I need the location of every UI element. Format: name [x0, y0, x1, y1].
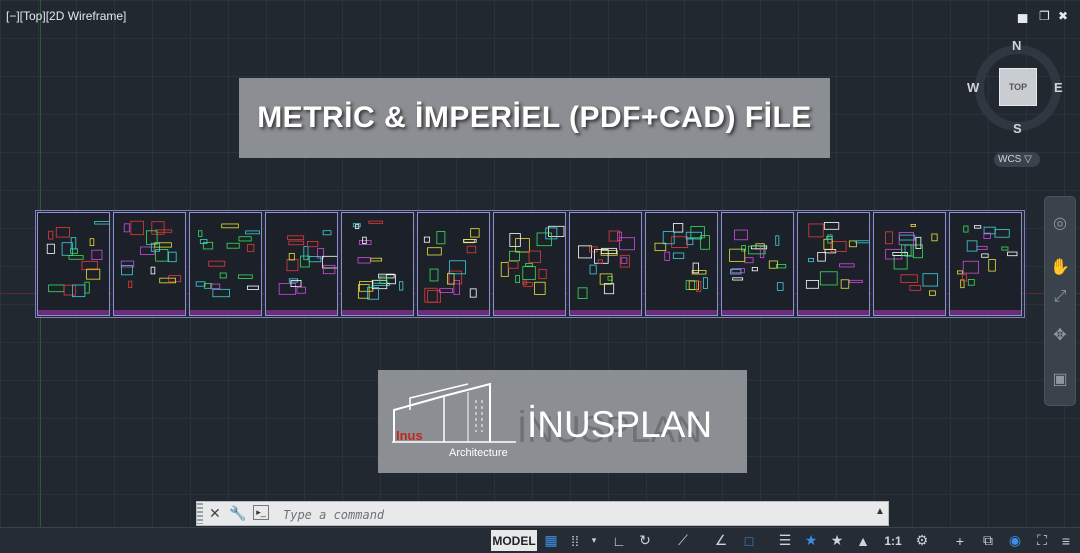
compass-south[interactable]: S — [1013, 121, 1022, 136]
close-command-line-icon[interactable]: ✕ — [209, 505, 221, 522]
sheet-title-block — [38, 310, 109, 315]
compass-east[interactable]: E — [1054, 80, 1063, 95]
lineweight-icon[interactable]: ☰ — [774, 531, 796, 550]
sheet-title-block — [798, 310, 869, 315]
customize-wrench-icon[interactable]: 🔧 — [229, 505, 246, 522]
hardware-acceleration-icon[interactable]: ◉ — [1004, 531, 1026, 550]
drawing-sheet[interactable] — [417, 212, 490, 316]
steering-wheel-icon[interactable]: ◎ — [1048, 212, 1072, 234]
viewport-controls-label[interactable]: [−][Top][2D Wireframe] — [6, 9, 126, 23]
logo-name: Inus — [396, 428, 423, 443]
sheet-title-block — [190, 310, 261, 315]
pan-hand-icon[interactable]: ✋ — [1048, 256, 1072, 278]
banner-title: METRİC & İMPERİEL (PDF+CAD) FİLE — [257, 101, 812, 134]
close-icon[interactable]: ✖ — [1058, 9, 1068, 23]
drawing-sheet[interactable] — [493, 212, 566, 316]
brand-name: İNUSPLAN — [527, 404, 713, 445]
compass-north[interactable]: N — [1012, 38, 1021, 53]
sheet-title-block — [874, 310, 945, 315]
command-prompt-icon[interactable]: ▸_ — [253, 505, 269, 520]
drawing-sheet[interactable] — [189, 212, 262, 316]
drawing-sheet[interactable] — [721, 212, 794, 316]
sheet-title-block — [722, 310, 793, 315]
autoscale-icon[interactable]: ★ — [826, 531, 848, 550]
drawing-sheet[interactable] — [797, 212, 870, 316]
zoom-extents-icon[interactable]: ⤢ — [1048, 286, 1072, 308]
orbit-icon[interactable]: ✥ — [1048, 324, 1072, 346]
polar-tracking-icon[interactable]: ↻ — [634, 531, 656, 550]
annotation-scale-dropdown[interactable]: 1:1 — [878, 531, 908, 550]
sheet-title-block — [646, 310, 717, 315]
sheet-title-block — [266, 310, 337, 315]
viewcube-top-face[interactable]: TOP — [999, 68, 1037, 106]
annotation-visibility-icon[interactable]: ★ — [800, 531, 822, 550]
sheet-title-block — [342, 310, 413, 315]
sheet-title-block — [950, 310, 1021, 315]
drawing-sheet[interactable] — [37, 212, 110, 316]
minimize-icon[interactable]: ▅ — [1018, 9, 1027, 23]
drawing-sheet[interactable] — [341, 212, 414, 316]
command-line-grip[interactable] — [197, 503, 203, 524]
title-banner: METRİC & İMPERİEL (PDF+CAD) FİLE — [239, 78, 830, 158]
isolate-objects-icon[interactable]: ⧉ — [978, 531, 998, 550]
annotation-scale-icon[interactable]: ▲ — [852, 531, 874, 550]
command-history-icon[interactable]: ▲ — [875, 506, 885, 517]
drawing-sheet[interactable] — [873, 212, 946, 316]
drawing-sheet[interactable] — [949, 212, 1022, 316]
sheet-title-block — [114, 310, 185, 315]
model-space-button[interactable]: MODEL — [491, 530, 537, 551]
sheet-title-block — [494, 310, 565, 315]
logo-subtitle: Architecture — [449, 447, 508, 459]
sheet-title-block — [570, 310, 641, 315]
ucs-menu[interactable]: WCS ▽ — [994, 152, 1040, 167]
restore-icon[interactable]: ❐ — [1039, 9, 1050, 23]
isodraft-icon[interactable]: ⟋ — [672, 531, 694, 550]
object-snap-icon[interactable]: □ — [738, 531, 760, 550]
ortho-icon[interactable]: ∟ — [608, 531, 630, 550]
add-icon[interactable]: + — [950, 531, 970, 550]
drawing-sheet[interactable] — [113, 212, 186, 316]
drawing-sheet[interactable] — [569, 212, 642, 316]
snap-dropdown-icon[interactable]: ▾ — [588, 531, 600, 550]
grid-icon[interactable]: ▦ — [541, 531, 561, 550]
snap-icon[interactable]: ⁞⁞ — [565, 531, 585, 550]
workspace-settings-icon[interactable]: ⚙ — [912, 531, 932, 550]
drawing-sheet[interactable] — [645, 212, 718, 316]
fullscreen-icon[interactable]: ⛶ — [1032, 531, 1052, 550]
command-input[interactable] — [281, 506, 875, 524]
drawing-sheet[interactable] — [265, 212, 338, 316]
customization-menu-icon[interactable]: ≡ — [1056, 531, 1076, 550]
compass-west[interactable]: W — [967, 80, 979, 95]
object-snap-tracking-icon[interactable]: ∠ — [710, 531, 732, 550]
showmotion-icon[interactable]: ▣ — [1048, 368, 1072, 390]
sheet-title-block — [418, 310, 489, 315]
